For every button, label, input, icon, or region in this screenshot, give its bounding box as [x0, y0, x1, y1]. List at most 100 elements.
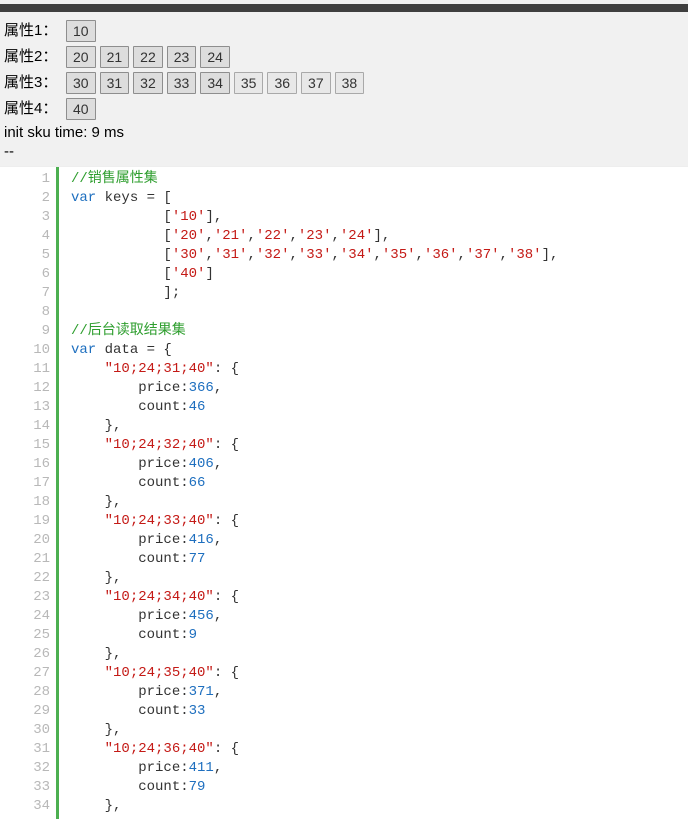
line-number: 31 [0, 740, 50, 759]
sku-option-button[interactable]: 21 [100, 46, 130, 68]
attr-button-group: 2021222324 [66, 46, 230, 68]
code-line: }, [71, 493, 688, 512]
line-number: 11 [0, 360, 50, 379]
code-line: }, [71, 645, 688, 664]
line-number: 30 [0, 721, 50, 740]
line-number: 4 [0, 227, 50, 246]
line-number: 10 [0, 341, 50, 360]
code-line: ['10'], [71, 208, 688, 227]
sku-option-button[interactable]: 40 [66, 98, 96, 120]
line-number: 7 [0, 284, 50, 303]
code-line: ['40'] [71, 265, 688, 284]
code-line: //销售属性集 [71, 170, 688, 189]
code-line: }, [71, 797, 688, 816]
code-line: count:46 [71, 398, 688, 417]
line-number-gutter: 1234567891011121314151617181920212223242… [0, 167, 56, 819]
code-line: ['20','21','22','23','24'], [71, 227, 688, 246]
attr-label: 属性2： [4, 46, 62, 68]
code-line: "10;24;36;40": { [71, 740, 688, 759]
sku-selector-panel: 属性1：10属性2：2021222324属性3：3031323334353637… [0, 0, 688, 166]
code-line: "10;24;34;40": { [71, 588, 688, 607]
line-number: 22 [0, 569, 50, 588]
sku-option-button[interactable]: 38 [335, 72, 365, 94]
attr-button-group: 10 [66, 20, 96, 42]
line-number: 14 [0, 417, 50, 436]
code-line: ]; [71, 284, 688, 303]
attr-label: 属性3： [4, 72, 62, 94]
line-number: 8 [0, 303, 50, 322]
top-dark-bar [0, 4, 688, 12]
line-number: 26 [0, 645, 50, 664]
code-line: count:9 [71, 626, 688, 645]
code-line: price:456, [71, 607, 688, 626]
line-number: 9 [0, 322, 50, 341]
line-number: 29 [0, 702, 50, 721]
code-line: "10;24;32;40": { [71, 436, 688, 455]
code-line: "10;24;33;40": { [71, 512, 688, 531]
line-number: 6 [0, 265, 50, 284]
attr-button-group: 303132333435363738 [66, 72, 364, 94]
line-number: 27 [0, 664, 50, 683]
attr-label: 属性4： [4, 98, 62, 120]
line-number: 19 [0, 512, 50, 531]
sku-option-button[interactable]: 35 [234, 72, 264, 94]
code-line [71, 303, 688, 322]
line-number: 18 [0, 493, 50, 512]
sku-option-button[interactable]: 20 [66, 46, 96, 68]
code-viewer: 1234567891011121314151617181920212223242… [0, 166, 688, 819]
line-number: 34 [0, 797, 50, 816]
code-line: price:366, [71, 379, 688, 398]
code-line: count:66 [71, 474, 688, 493]
init-time-status: init sku time: 9 ms [0, 122, 688, 143]
dashes: -- [0, 143, 688, 160]
code-line: "10;24;31;40": { [71, 360, 688, 379]
code-line: price:416, [71, 531, 688, 550]
line-number: 33 [0, 778, 50, 797]
code-line: //后台读取结果集 [71, 322, 688, 341]
line-number: 15 [0, 436, 50, 455]
code-line: count:33 [71, 702, 688, 721]
attr-row-2: 属性2：2021222324 [0, 44, 688, 70]
line-number: 17 [0, 474, 50, 493]
line-number: 1 [0, 170, 50, 189]
sku-option-button[interactable]: 31 [100, 72, 130, 94]
sku-option-button[interactable]: 37 [301, 72, 331, 94]
code-line: }, [71, 721, 688, 740]
attr-label: 属性1： [4, 20, 62, 42]
line-number: 24 [0, 607, 50, 626]
sku-option-button[interactable]: 10 [66, 20, 96, 42]
line-number: 25 [0, 626, 50, 645]
attr-row-4: 属性4：40 [0, 96, 688, 122]
line-number: 28 [0, 683, 50, 702]
code-line: count:79 [71, 778, 688, 797]
sku-option-button[interactable]: 32 [133, 72, 163, 94]
code-line: var data = { [71, 341, 688, 360]
sku-option-button[interactable]: 34 [200, 72, 230, 94]
code-line: }, [71, 417, 688, 436]
code-line: price:411, [71, 759, 688, 778]
sku-option-button[interactable]: 33 [167, 72, 197, 94]
sku-option-button[interactable]: 30 [66, 72, 96, 94]
line-number: 21 [0, 550, 50, 569]
code-line: ['30','31','32','33','34','35','36','37'… [71, 246, 688, 265]
code-line: }, [71, 569, 688, 588]
line-number: 16 [0, 455, 50, 474]
attr-row-3: 属性3：303132333435363738 [0, 70, 688, 96]
attr-button-group: 40 [66, 98, 96, 120]
code-content: //销售属性集var keys = [ ['10'], ['20','21','… [59, 167, 688, 819]
code-line: var keys = [ [71, 189, 688, 208]
code-line: count:77 [71, 550, 688, 569]
sku-option-button[interactable]: 22 [133, 46, 163, 68]
line-number: 12 [0, 379, 50, 398]
line-number: 2 [0, 189, 50, 208]
line-number: 23 [0, 588, 50, 607]
sku-option-button[interactable]: 24 [200, 46, 230, 68]
sku-option-button[interactable]: 36 [267, 72, 297, 94]
code-line: "10;24;35;40": { [71, 664, 688, 683]
line-number: 32 [0, 759, 50, 778]
code-line: price:406, [71, 455, 688, 474]
line-number: 3 [0, 208, 50, 227]
code-line: price:371, [71, 683, 688, 702]
sku-option-button[interactable]: 23 [167, 46, 197, 68]
attr-row-1: 属性1：10 [0, 18, 688, 44]
